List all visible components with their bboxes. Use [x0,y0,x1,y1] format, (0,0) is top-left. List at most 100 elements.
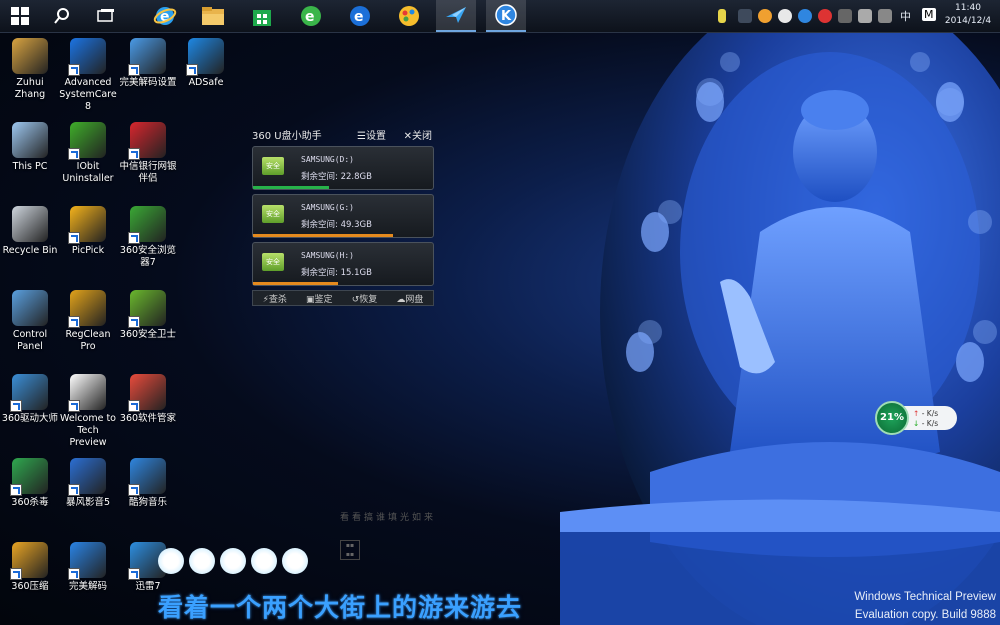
drive-card[interactable]: 安全 SAMSUNG(H:) 剩余空间: 15.1GB [252,242,434,286]
desktop-icon-label: 360杀毒 [11,497,49,508]
picpick-icon [68,206,106,244]
desktop-icon[interactable]: 360驱动大师 [0,374,60,425]
taskbar-ie-alt[interactable]: e [340,0,380,32]
identify-button[interactable]: ▣鉴定 [306,292,333,305]
antivirus-360-icon [10,458,48,496]
desktop-icon[interactable]: 酷狗音乐 [118,458,178,509]
desktop-icon-label: 酷狗音乐 [128,497,167,508]
desktop-icon[interactable]: IObit Uninstaller [58,122,118,185]
desktop-icon-label: This PC [12,161,48,172]
desktop-icon[interactable]: Recycle Bin [0,206,60,257]
drive-usage-bar [253,234,394,237]
cloud-drive-button[interactable]: ☁网盘 [396,292,423,305]
drive-name: SAMSUNG(D:) [301,155,354,164]
ie-icon: e [153,7,177,25]
tray-network-icon[interactable] [838,9,852,23]
storm-player-icon [68,458,106,496]
usb-drive-icon: 安全 [262,205,284,223]
citic-bank-icon [128,122,166,160]
zip-360-icon [10,542,48,580]
usb-assistant-widget: 360 U盘小助手 ☰设置 ✕关闭 安全 SAMSUNG(D:) 剩余空间: 22.… [250,124,436,306]
taskbar: e e e K 中 M 11:40 2014/12/4 [0,0,1000,33]
ime-indicator[interactable]: 中 [900,8,911,24]
desktop-icon[interactable]: 360安全卫士 [118,290,178,341]
drive-usage-bar [253,282,338,285]
shortcut-arrow-icon [128,400,140,412]
tray-volume-icon[interactable] [858,9,872,23]
tray-shield-icon[interactable] [778,9,792,23]
kugou-icon [128,458,166,496]
download-arrow-icon: ↓ [913,419,920,428]
memory-percent: 21% [875,401,909,435]
recycle-bin-icon [12,206,48,242]
desktop-lyric[interactable]: 看着一个两个大街上的游来游去 [158,588,522,624]
tray-message-icon[interactable] [878,9,892,23]
desktop-icon[interactable]: 中信银行网银伴侣 [118,122,178,185]
desktop-icon-label: Recycle Bin [2,245,58,256]
desktop-icon-label: RegClean Pro [65,329,111,352]
taskbar-360-browser[interactable]: e [291,0,331,32]
desktop-icon[interactable]: This PC [0,122,60,173]
usb-close-button[interactable]: ✕关闭 [404,127,432,142]
desktop-icon[interactable]: PicPick [58,206,118,257]
desktop-icon-label: 中信银行网银伴侣 [119,161,177,184]
input-mode-indicator[interactable]: M [922,8,936,21]
picpick-icon [399,6,419,26]
taskbar-ie[interactable]: e [145,0,185,32]
scan-button[interactable]: ⚡查杀 [263,292,287,305]
start-button[interactable] [0,0,40,32]
desktop-icon[interactable]: ADSafe [176,38,236,89]
tray-kugou-icon[interactable] [798,9,812,23]
desktop-icon-label: 360安全卫士 [119,329,177,340]
desktop-icon-label: 360软件管家 [119,413,177,424]
taskbar-file-explorer[interactable] [193,0,233,32]
desktop-icon[interactable]: 360软件管家 [118,374,178,425]
desktop-icon[interactable]: RegClean Pro [58,290,118,353]
desktop-icon[interactable]: Advanced SystemCare 8 [58,38,118,113]
desktop-icon-label: Zuhui Zhang [14,77,46,100]
taskbar-xunlei[interactable] [436,0,476,32]
desktop-icon[interactable]: Welcome to Tech Preview [58,374,118,449]
usb-widget-title: 360 U盘小助手 [252,131,322,142]
regclean-icon [68,290,106,328]
desktop-icon[interactable]: Control Panel [0,290,60,353]
svg-text:e: e [305,9,315,25]
clock[interactable]: 11:40 2014/12/4 [944,2,992,28]
progress-dot [189,548,215,574]
search-button[interactable] [42,0,82,32]
desktop-icon[interactable]: 完美解码设置 [118,38,178,89]
desktop-icon[interactable]: Zuhui Zhang [0,38,60,101]
shortcut-arrow-icon [128,148,140,160]
network-speed-widget[interactable]: ↑ - K/s ↓ - K/s 21% [875,401,957,435]
desktop-icon[interactable]: 360压缩 [0,542,60,593]
battery-icon[interactable] [718,9,726,23]
usb-widget-header: 360 U盘小助手 ☰设置 ✕关闭 [250,124,436,142]
taskbar-kugou[interactable]: K [486,0,526,32]
tray-360-icon[interactable] [818,9,832,23]
progress-dot [251,548,277,574]
software-manager-icon [128,374,166,412]
adsafe-icon [186,38,224,76]
tray-picpick-icon[interactable] [758,9,772,23]
tray-app-icon[interactable] [738,9,752,23]
shortcut-arrow-icon [68,484,80,496]
desktop-icon[interactable]: 暴风影音5 [58,458,118,509]
watermark-line2: Evaluation copy. Build 9888 [854,609,996,621]
progress-dot [158,548,184,574]
taskbar-picpick[interactable] [389,0,429,32]
shortcut-arrow-icon [68,64,80,76]
desktop-icon[interactable]: 360安全浏览器7 [118,206,178,269]
drive-card[interactable]: 安全 SAMSUNG(G:) 剩余空间: 49.3GB [252,194,434,238]
restore-button[interactable]: ↺恢复 [352,292,378,305]
task-view-button[interactable] [86,0,126,32]
desktop-icon[interactable]: 完美解码 [58,542,118,593]
ie-alt-icon: e [350,6,370,26]
usb-settings-button[interactable]: ☰设置 [357,127,386,142]
desktop-icon[interactable]: 360杀毒 [0,458,60,509]
taskbar-store[interactable] [242,0,282,32]
desktop-icon-label: Advanced SystemCare 8 [59,77,117,112]
desktop-icon-label: 360安全浏览器7 [119,245,177,268]
progress-dot [220,548,246,574]
settings-gear-icon [128,38,166,76]
drive-card[interactable]: 安全 SAMSUNG(D:) 剩余空间: 22.8GB [252,146,434,190]
